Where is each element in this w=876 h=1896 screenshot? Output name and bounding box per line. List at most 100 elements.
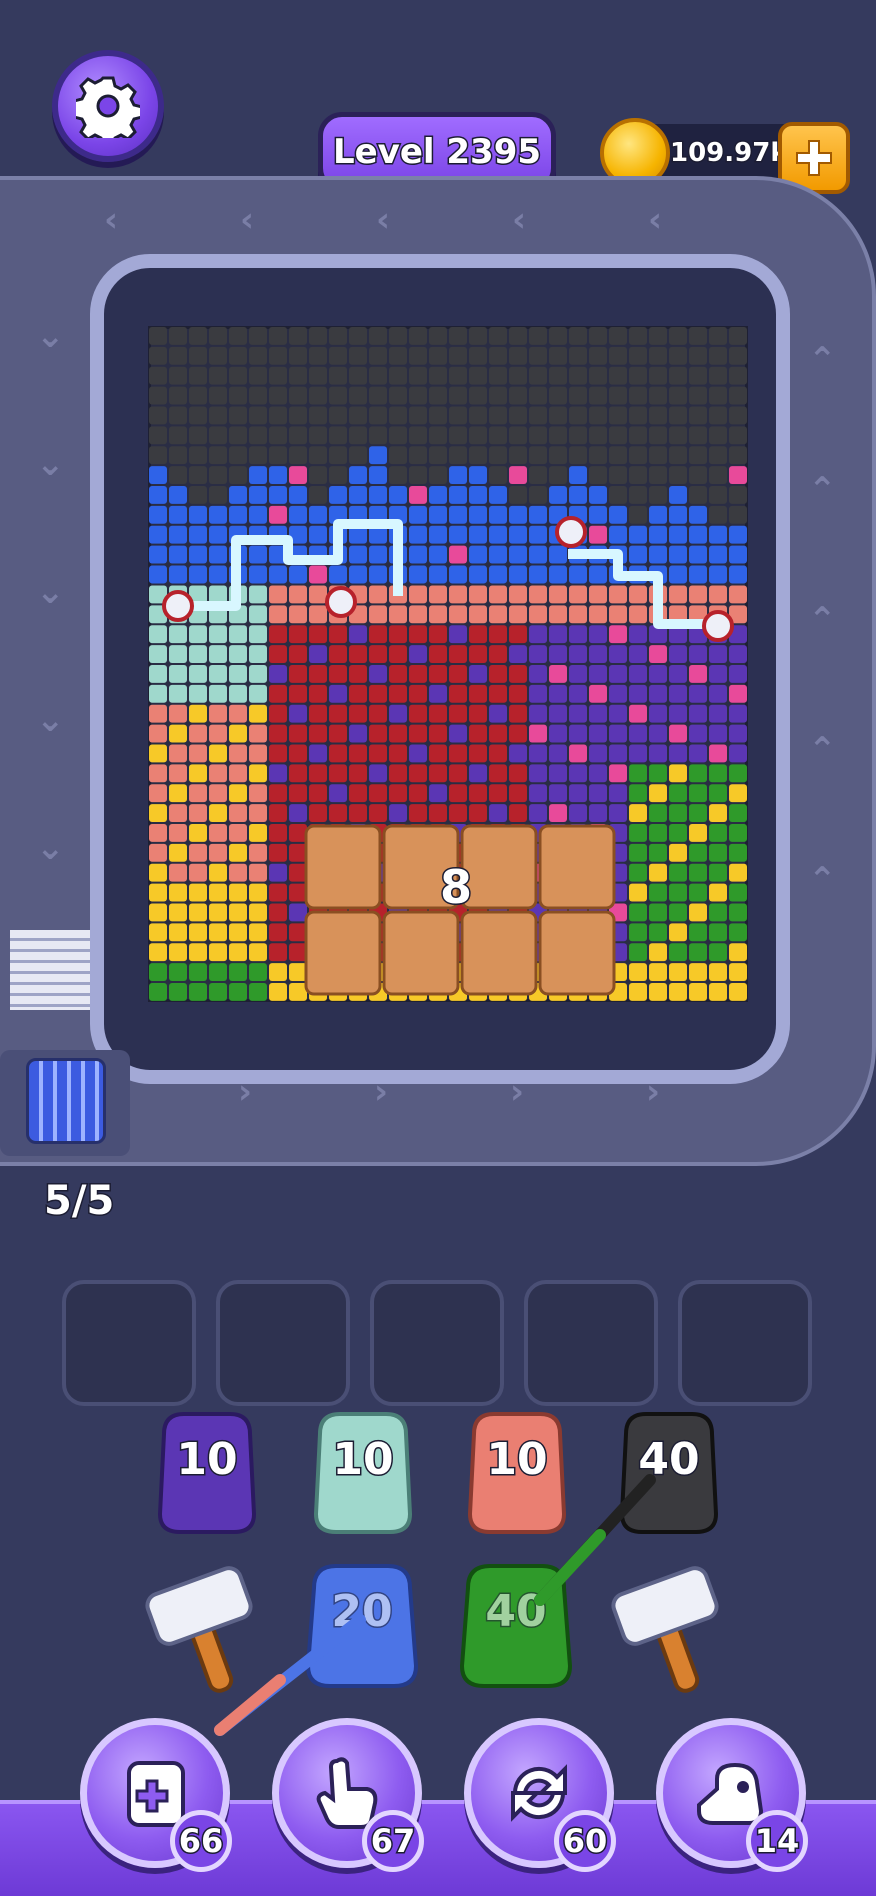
pixel-block: [229, 943, 247, 962]
pixel-block: [289, 486, 307, 504]
pixel-block: [169, 426, 187, 445]
pixel-block: [609, 505, 627, 524]
pixel-block: [689, 446, 707, 465]
pixel-block: [689, 724, 707, 743]
pixel-block: [549, 446, 567, 465]
pixel-block: [549, 486, 567, 504]
laser-emitter: [555, 516, 587, 548]
track-arrow-icon: ⌄: [36, 316, 65, 356]
pixel-block: [169, 545, 187, 564]
pixel-block: [289, 903, 307, 922]
track-arrow-icon: ⌃: [808, 470, 837, 510]
pixel-block: [209, 983, 227, 1001]
pixel-block: [509, 525, 527, 544]
pixel-block: [729, 466, 747, 485]
pixel-block: [689, 804, 707, 822]
pixel-block: [609, 386, 627, 405]
pixel-block: [649, 386, 667, 405]
pixel-block: [269, 863, 287, 882]
pixel-block: [309, 764, 327, 783]
pixel-block: [149, 684, 167, 703]
pixel-block: [269, 505, 287, 524]
pixel-block: [629, 525, 647, 544]
pixel-block: [229, 724, 247, 743]
pixel-block: [729, 505, 747, 524]
pixel-block: [529, 346, 547, 365]
pixel-block: [729, 585, 747, 604]
pixel-block: [649, 724, 667, 743]
pixel-block: [349, 327, 367, 345]
track-arrow-icon: ⌃: [808, 860, 837, 900]
pixel-block: [429, 525, 447, 544]
pixel-block: [469, 744, 487, 763]
pixel-block: [609, 346, 627, 365]
pixel-block: [269, 406, 287, 425]
pixel-block: [529, 744, 547, 763]
pixel-block: [329, 565, 347, 584]
pixel-block: [689, 863, 707, 882]
pixel-block: [249, 625, 267, 644]
pixel-block: [529, 704, 547, 723]
pixel-block: [569, 684, 587, 703]
pixel-block: [729, 406, 747, 425]
pixel-block: [709, 704, 727, 723]
pixel-block: [389, 446, 407, 465]
pixel-block: [569, 466, 587, 485]
pixel-block: [209, 883, 227, 902]
pixel-block: [269, 625, 287, 644]
pixel-block: [609, 446, 627, 465]
pixel-block: [529, 764, 547, 783]
pixel-block: [309, 625, 327, 644]
pixel-block: [669, 863, 687, 882]
pixel-block: [209, 525, 227, 544]
empty-slot: [524, 1280, 658, 1406]
pixel-block: [709, 784, 727, 803]
pixel-block: [509, 605, 527, 624]
pixel-block: [629, 784, 647, 803]
pixel-block: [349, 466, 367, 485]
pixel-block: [629, 704, 647, 723]
pixel-block: [389, 486, 407, 504]
pixel-block: [649, 843, 667, 862]
pixel-block: [689, 983, 707, 1001]
pixel-block: [709, 366, 727, 385]
pixel-block: [709, 724, 727, 743]
wooden-crate: [538, 910, 616, 996]
plus-icon: [796, 140, 832, 176]
pixel-block: [409, 764, 427, 783]
pixel-block: [209, 366, 227, 385]
pixel-block: [249, 704, 267, 723]
pixel-block: [649, 466, 667, 485]
pixel-block: [529, 724, 547, 743]
pixel-block: [729, 764, 747, 783]
pixel-block: [509, 406, 527, 425]
pixel-block: [669, 525, 687, 544]
pixel-block: [169, 625, 187, 644]
pixel-block: [149, 744, 167, 763]
pixel-block: [729, 724, 747, 743]
pixel-block: [589, 466, 607, 485]
track-arrow-icon: ⌃: [808, 600, 837, 640]
pixel-block: [249, 883, 267, 902]
pixel-block: [609, 664, 627, 683]
powerup-count: 14: [746, 1810, 808, 1872]
pixel-block: [349, 724, 367, 743]
pixel-block: [249, 645, 267, 663]
pixel-block: [589, 804, 607, 822]
settings-button[interactable]: [52, 50, 164, 162]
pixel-block: [729, 386, 747, 405]
pixel-block: [549, 406, 567, 425]
pixel-block: [469, 684, 487, 703]
pixel-block: [229, 446, 247, 465]
pixel-block: [349, 784, 367, 803]
pixel-block: [449, 664, 467, 683]
pixel-block: [729, 704, 747, 723]
pixel-block: [189, 843, 207, 862]
pixel-block: [289, 724, 307, 743]
pixel-block: [149, 943, 167, 962]
pixel-block: [509, 366, 527, 385]
pixel-block: [629, 923, 647, 942]
pixel-block: [189, 366, 207, 385]
pixel-block: [209, 585, 227, 604]
pixel-block: [429, 446, 447, 465]
